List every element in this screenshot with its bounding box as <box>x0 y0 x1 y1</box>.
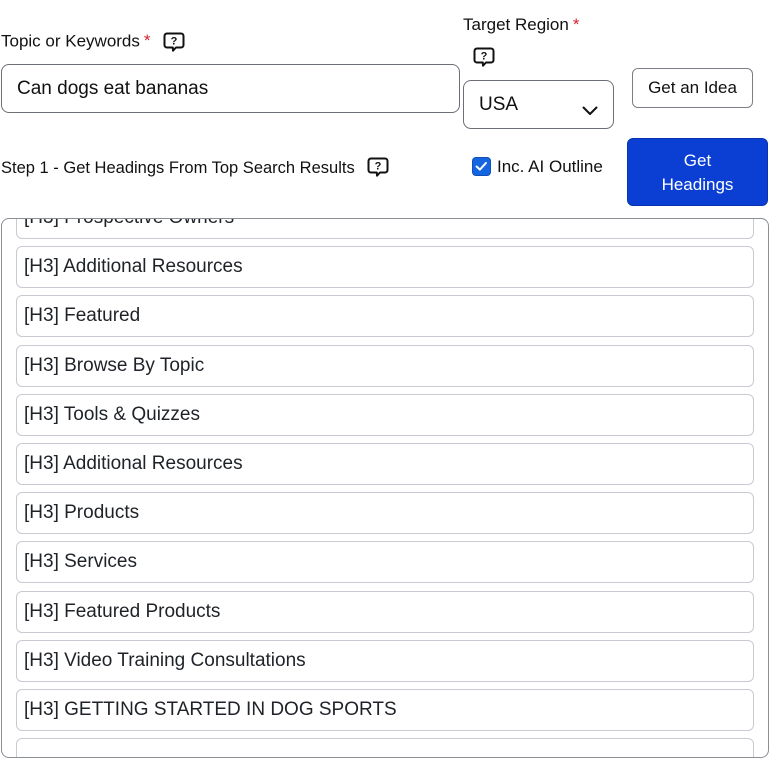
topic-label: Topic or Keywords * ? <box>1 31 185 53</box>
topic-label-text: Topic or Keywords <box>1 31 140 51</box>
list-item[interactable]: [H3] Products <box>16 492 754 535</box>
svg-text:?: ? <box>171 36 178 48</box>
svg-text:?: ? <box>375 160 382 172</box>
get-headings-line2: Headings <box>661 175 734 194</box>
region-selected-value: USA <box>479 93 519 115</box>
topic-required-mark: * <box>143 31 151 51</box>
list-item[interactable]: [H3] Services <box>16 541 754 584</box>
topic-input[interactable] <box>1 64 460 113</box>
ai-outline-label[interactable]: Inc. AI Outline <box>497 157 603 177</box>
region-label-text: Target Region <box>463 15 569 34</box>
help-icon[interactable]: ? <box>163 31 185 53</box>
list-item[interactable]: [H3] Featured Products <box>16 590 754 633</box>
list-item[interactable]: [H3] Video Training Consultations <box>16 639 754 682</box>
list-item[interactable]: [H3] Browse By Topic <box>16 344 754 387</box>
get-headings-line1: Get <box>683 151 712 170</box>
headings-list[interactable]: [H3] Prospective Owners [H3] Additional R… <box>1 218 769 758</box>
list-item[interactable] <box>16 738 754 757</box>
help-icon[interactable]: ? <box>367 156 389 178</box>
get-headings-button[interactable]: Get Headings <box>627 138 768 206</box>
list-item[interactable]: [H3] Featured <box>16 295 754 338</box>
help-icon[interactable]: ? <box>473 46 495 68</box>
chevron-down-icon <box>582 100 598 115</box>
list-item[interactable]: [H3] GETTING STARTED IN DOG SPORTS <box>16 689 754 731</box>
region-select[interactable]: USA <box>463 80 614 129</box>
list-item[interactable]: [H3] Tools & Quizzes <box>16 393 754 436</box>
get-idea-button[interactable]: Get an Idea <box>632 68 753 108</box>
svg-text:?: ? <box>481 51 488 63</box>
ai-outline-checkbox[interactable] <box>472 157 491 176</box>
list-item[interactable]: [H3] Additional Resources <box>16 246 754 289</box>
list-item[interactable]: [H3] Additional Resources <box>16 443 754 485</box>
list-item[interactable]: [H3] Prospective Owners <box>16 219 754 239</box>
step1-label: Step 1 - Get Headings From Top Search Re… <box>1 156 389 178</box>
region-required-mark: * <box>572 15 580 34</box>
region-label: Target Region * <box>463 15 579 35</box>
step1-label-text: Step 1 - Get Headings From Top Search Re… <box>1 159 355 177</box>
